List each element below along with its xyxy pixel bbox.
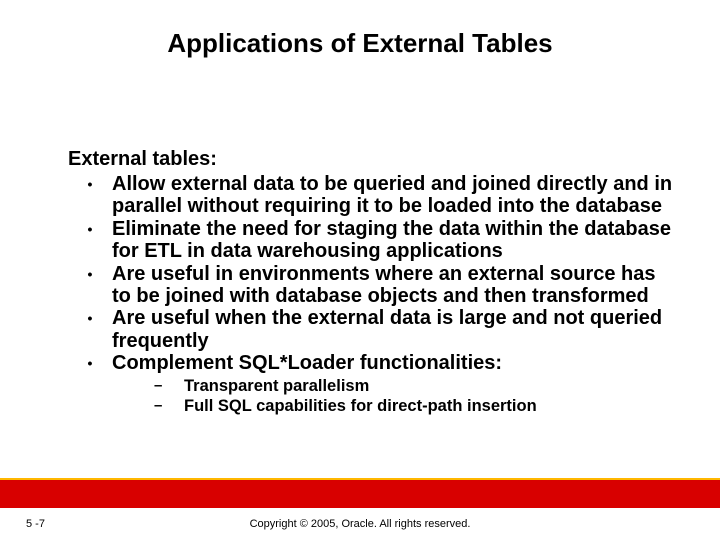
- list-item: • Allow external data to be queried and …: [68, 173, 675, 218]
- bullet-text: Complement SQL*Loader functionalities:: [112, 352, 675, 374]
- oracle-logo-text: ORACLE: [636, 456, 698, 472]
- footer-bar: ORACLE: [0, 480, 720, 508]
- bullet-text: Are useful when the external data is lar…: [112, 307, 675, 352]
- lead-text: External tables:: [68, 148, 675, 171]
- list-item: – Transparent parallelism: [154, 377, 675, 397]
- sub-bullet-marker: –: [154, 397, 184, 415]
- oracle-logo: ORACLE: [616, 456, 698, 472]
- sub-bullet-marker: –: [154, 377, 184, 395]
- sub-bullet-text: Full SQL capabilities for direct-path in…: [184, 397, 537, 417]
- bullet-marker: •: [68, 307, 112, 327]
- bullet-marker: •: [68, 352, 112, 372]
- list-item: • Eliminate the need for staging the dat…: [68, 218, 675, 263]
- list-item: • Are useful in environments where an ex…: [68, 263, 675, 308]
- bullet-list: • Allow external data to be queried and …: [68, 173, 675, 375]
- slide-title: Applications of External Tables: [0, 28, 720, 59]
- list-item: • Complement SQL*Loader functionalities:: [68, 352, 675, 374]
- bullet-text: Allow external data to be queried and jo…: [112, 173, 675, 218]
- slide: Applications of External Tables External…: [0, 0, 720, 540]
- bullet-text: Are useful in environments where an exte…: [112, 263, 675, 308]
- copyright-text: Copyright © 2005, Oracle. All rights res…: [0, 518, 720, 530]
- sub-bullet-text: Transparent parallelism: [184, 377, 369, 397]
- oracle-ring-icon: [616, 459, 632, 470]
- slide-content: External tables: • Allow external data t…: [68, 148, 675, 418]
- list-item: • Are useful when the external data is l…: [68, 307, 675, 352]
- list-item: – Full SQL capabilities for direct-path …: [154, 397, 675, 417]
- sub-bullet-list: – Transparent parallelism – Full SQL cap…: [154, 377, 675, 418]
- bullet-marker: •: [68, 263, 112, 283]
- bullet-marker: •: [68, 173, 112, 193]
- bullet-text: Eliminate the need for staging the data …: [112, 218, 675, 263]
- bullet-marker: •: [68, 218, 112, 238]
